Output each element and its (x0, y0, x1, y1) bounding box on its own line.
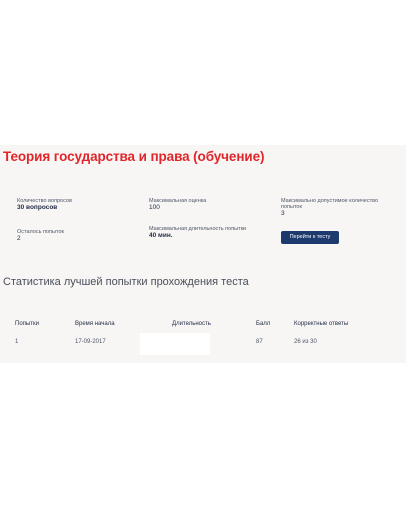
table-cell-start-time: 17-09-2017 (75, 339, 106, 345)
stat-max-attempts-label: Максимально допустимое количество попыто… (281, 198, 379, 210)
go-to-test-button[interactable]: Перейти к тесту (281, 231, 339, 244)
test-info-panel (0, 145, 406, 363)
stat-questions: Количество вопросов 30 вопросов (17, 198, 72, 212)
column-header-attempts: Попытки (15, 321, 39, 327)
stat-remaining-label: Осталось попыток (17, 229, 64, 235)
stat-questions-value: 30 вопросов (17, 204, 58, 211)
best-attempt-heading: Статистика лучшей попытки прохождения те… (3, 276, 249, 288)
stat-max-attempts: Максимально допустимое количество попыто… (281, 198, 381, 218)
stat-remaining: Осталось попыток 2 (17, 229, 64, 243)
column-header-correct-answers: Корректные ответы (294, 321, 349, 327)
column-header-score: Балл (256, 321, 271, 327)
duration-cell-blank (140, 333, 210, 355)
table-cell-score: 87 (256, 339, 263, 345)
column-header-duration: Длительность (172, 321, 211, 327)
stat-remaining-value: 2 (17, 235, 21, 242)
test-title: Теория государства и права (обучение) (3, 149, 265, 164)
stat-max-duration-value: 40 мин. (149, 232, 173, 239)
table-cell-attempt: 1 (15, 339, 19, 345)
page: Теория государства и права (обучение) Ко… (0, 0, 406, 516)
stat-max-duration: Максимальная длительность попытки 40 мин… (149, 226, 246, 240)
stat-max-attempts-value: 3 (281, 210, 285, 217)
stat-max-score: Максимальная оценка 100 (149, 198, 206, 212)
stat-max-score-value: 100 (149, 204, 160, 211)
column-header-start-time: Время начала (75, 321, 115, 327)
table-cell-correct-answers: 26 из 30 (294, 339, 317, 345)
